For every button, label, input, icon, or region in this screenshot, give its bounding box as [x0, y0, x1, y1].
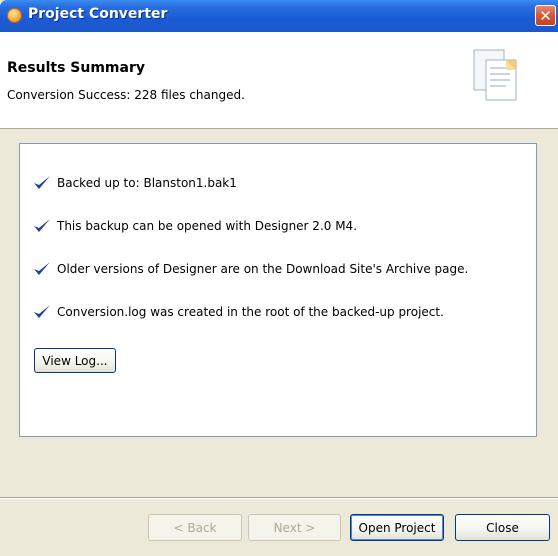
back-button[interactable]: < Back	[148, 514, 242, 541]
result-item-text: Conversion.log was created in the root o…	[57, 305, 444, 319]
next-button[interactable]: Next >	[248, 514, 341, 541]
title-bar[interactable]: Project Converter ✕	[0, 0, 558, 32]
documents-icon	[473, 49, 517, 101]
result-item-text: This backup can be opened with Designer …	[57, 219, 358, 233]
result-item-designer-version: This backup can be opened with Designer …	[33, 217, 357, 235]
result-item-backup: Backed up to: Blanston1.bak1	[33, 174, 237, 192]
checkmark-icon	[34, 176, 50, 189]
view-log-button[interactable]: View Log...	[34, 348, 116, 373]
window-close-button[interactable]: ✕	[535, 5, 556, 26]
page-description: Conversion Success: 228 files changed.	[7, 88, 245, 102]
window-title: Project Converter	[28, 6, 168, 22]
checkmark-icon	[34, 305, 50, 318]
results-panel: Backed up to: Blanston1.bak1 This backup…	[19, 143, 537, 437]
result-item-older-versions: Older versions of Designer are on the Do…	[33, 260, 468, 278]
result-item-text: Older versions of Designer are on the Do…	[57, 262, 469, 276]
checkmark-icon	[34, 219, 50, 232]
result-item-text: Backed up to: Blanston1.bak1	[57, 176, 237, 190]
close-button[interactable]: Close	[455, 514, 550, 541]
page-title: Results Summary	[7, 60, 145, 76]
checkmark-icon	[34, 262, 50, 275]
open-project-button[interactable]: Open Project	[350, 514, 444, 541]
project-converter-app-icon	[7, 8, 22, 23]
wizard-header: Results Summary Conversion Success: 228 …	[0, 32, 558, 129]
result-item-conversion-log: Conversion.log was created in the root o…	[33, 303, 444, 321]
footer-separator	[0, 497, 558, 499]
